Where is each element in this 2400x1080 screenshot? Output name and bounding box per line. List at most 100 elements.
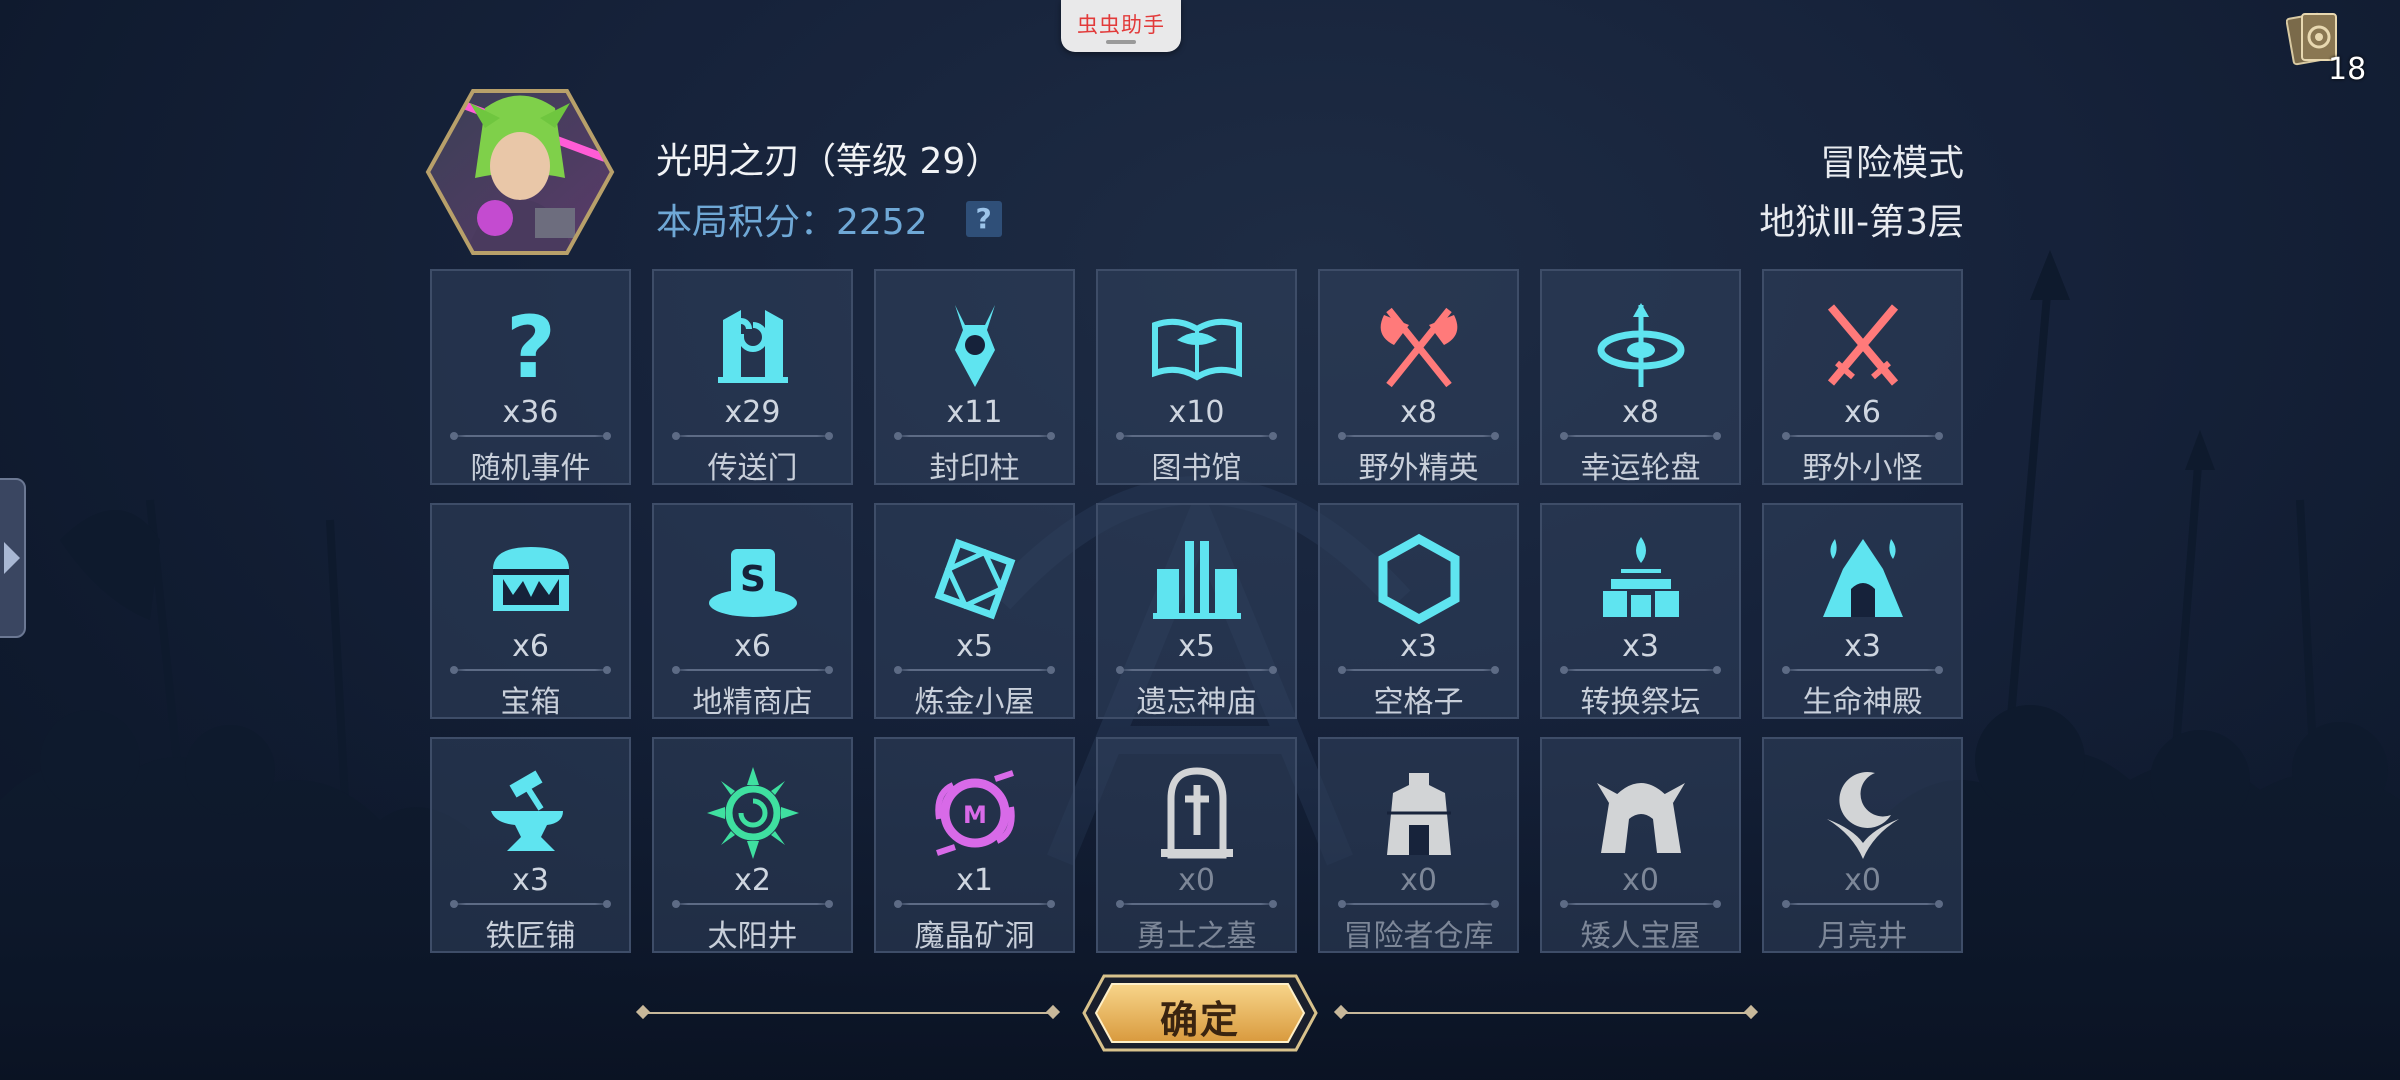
tile-type-grid: ? x36 随机事件 x29 传送门 x11 封印柱 x10 图书馆 x8 野外精英 x8 幸运轮盘 x6… [430, 269, 1964, 955]
life-shrine-icon [1813, 529, 1913, 629]
tile-dwarf-house[interactable]: x0 矮人宝屋 [1540, 737, 1741, 954]
tile-divider [894, 666, 1055, 674]
tile-crystal-mine[interactable]: Mx1 魔晶矿洞 [874, 737, 1075, 954]
tile-seal-pillar[interactable]: x11 封印柱 [874, 269, 1075, 486]
sun-well-icon [703, 763, 803, 863]
warehouse-icon [1369, 763, 1469, 863]
tile-treasure-chest[interactable]: x6 宝箱 [430, 503, 631, 720]
tile-hexagon[interactable]: x3 空格子 [1318, 503, 1519, 720]
confirm-divider-right [1333, 1004, 1759, 1020]
hero-avatar[interactable] [425, 88, 615, 256]
tile-label: 空格子 [1373, 685, 1464, 720]
tile-divider [1338, 900, 1499, 908]
anvil-icon [481, 763, 581, 863]
round-score: 本局积分：2252 [656, 202, 928, 243]
tile-warehouse[interactable]: x0 冒险者仓库 [1318, 737, 1519, 954]
drag-handle [1106, 40, 1136, 44]
tile-count: x3 [1844, 629, 1881, 664]
tile-count: x3 [1622, 629, 1659, 664]
tomb-icon [1147, 763, 1247, 863]
tile-divider [1560, 900, 1721, 908]
tile-label: 矮人宝屋 [1580, 919, 1701, 954]
tile-anvil[interactable]: x3 铁匠铺 [430, 737, 631, 954]
tile-label: 转换祭坛 [1580, 685, 1701, 720]
tile-open-book[interactable]: x10 图书馆 [1096, 269, 1297, 486]
tile-divider [672, 432, 833, 440]
card-deck-button[interactable]: 18 [2285, 8, 2366, 87]
tile-count: x1 [956, 863, 993, 898]
tile-count: x0 [1844, 863, 1881, 898]
tile-label: 遗忘神庙 [1136, 685, 1257, 720]
hero-name-level: 光明之刃（等级 29） [656, 141, 1002, 182]
tile-tomb[interactable]: x0 勇士之墓 [1096, 737, 1297, 954]
tile-label: 幸运轮盘 [1580, 451, 1701, 486]
tile-moon-well[interactable]: x0 月亮井 [1762, 737, 1963, 954]
tile-wheel[interactable]: x8 幸运轮盘 [1540, 269, 1741, 486]
wheel-icon [1591, 295, 1691, 395]
tile-divider [1782, 666, 1943, 674]
tile-portal[interactable]: x29 传送门 [652, 269, 853, 486]
tile-crossed-swords[interactable]: x6 野外小怪 [1762, 269, 1963, 486]
tile-label: 冒险者仓库 [1343, 919, 1494, 954]
tile-count: x0 [1178, 863, 1215, 898]
tile-divider [1782, 432, 1943, 440]
confirm-button[interactable]: 确定 [1080, 972, 1320, 1054]
tile-count: x5 [1178, 629, 1215, 664]
tile-count: x6 [734, 629, 771, 664]
tile-count: x3 [512, 863, 549, 898]
tile-label: 传送门 [707, 451, 798, 486]
tile-question[interactable]: ? x36 随机事件 [430, 269, 631, 486]
tile-alchemy[interactable]: x5 炼金小屋 [874, 503, 1075, 720]
tile-life-shrine[interactable]: x3 生命神殿 [1762, 503, 1963, 720]
tile-count: x0 [1622, 863, 1659, 898]
score-row: 本局积分：2252 ? [656, 193, 1002, 245]
tile-label: 图书馆 [1151, 451, 1242, 486]
crossed-axes-icon [1369, 295, 1469, 395]
tile-label: 太阳井 [707, 919, 798, 954]
hexagon-icon [1369, 529, 1469, 629]
tile-label: 随机事件 [470, 451, 591, 486]
tile-temple[interactable]: x5 遗忘神庙 [1096, 503, 1297, 720]
tile-count: x2 [734, 863, 771, 898]
tile-sun-well[interactable]: x2 太阳井 [652, 737, 853, 954]
tile-label: 生命神殿 [1802, 685, 1923, 720]
tile-count: x6 [1844, 395, 1881, 430]
tile-label: 勇士之墓 [1136, 919, 1257, 954]
svg-text:?: ? [506, 298, 556, 395]
tile-count: x3 [1400, 629, 1437, 664]
side-expand-tab[interactable] [0, 478, 26, 638]
tile-count: x8 [1400, 395, 1437, 430]
assistant-helper-tab[interactable]: 虫虫助手 [1061, 0, 1181, 52]
tile-divider [894, 432, 1055, 440]
tile-divider [1116, 432, 1277, 440]
tile-divider [1560, 432, 1721, 440]
hat-shop-icon: S [703, 529, 803, 629]
temple-icon [1147, 529, 1247, 629]
dwarf-house-icon [1591, 763, 1691, 863]
tile-divider [1338, 432, 1499, 440]
svg-text:M: M [963, 801, 987, 829]
chevron-right-icon [4, 542, 20, 574]
crossed-swords-icon [1813, 295, 1913, 395]
tile-altar[interactable]: x3 转换祭坛 [1540, 503, 1741, 720]
game-mode-label: 冒险模式 [1819, 143, 1964, 184]
tile-count: x10 [1168, 395, 1225, 430]
tile-divider [450, 432, 611, 440]
svg-text:S: S [740, 559, 766, 600]
tile-label: 封印柱 [929, 451, 1020, 486]
tile-count: x8 [1622, 395, 1659, 430]
tile-label: 宝箱 [500, 685, 561, 720]
assistant-helper-label: 虫虫助手 [1077, 13, 1165, 37]
treasure-chest-icon [481, 529, 581, 629]
tile-count: x29 [724, 395, 781, 430]
moon-well-icon [1813, 763, 1913, 863]
tile-count: x6 [512, 629, 549, 664]
tile-crossed-axes[interactable]: x8 野外精英 [1318, 269, 1519, 486]
alchemy-icon [925, 529, 1025, 629]
tile-count: x0 [1400, 863, 1437, 898]
tile-label: 地精商店 [692, 685, 813, 720]
score-help-button[interactable]: ? [965, 201, 1002, 237]
portal-icon [703, 295, 803, 395]
tile-hat-shop[interactable]: Sx6 地精商店 [652, 503, 853, 720]
tile-divider [1560, 666, 1721, 674]
